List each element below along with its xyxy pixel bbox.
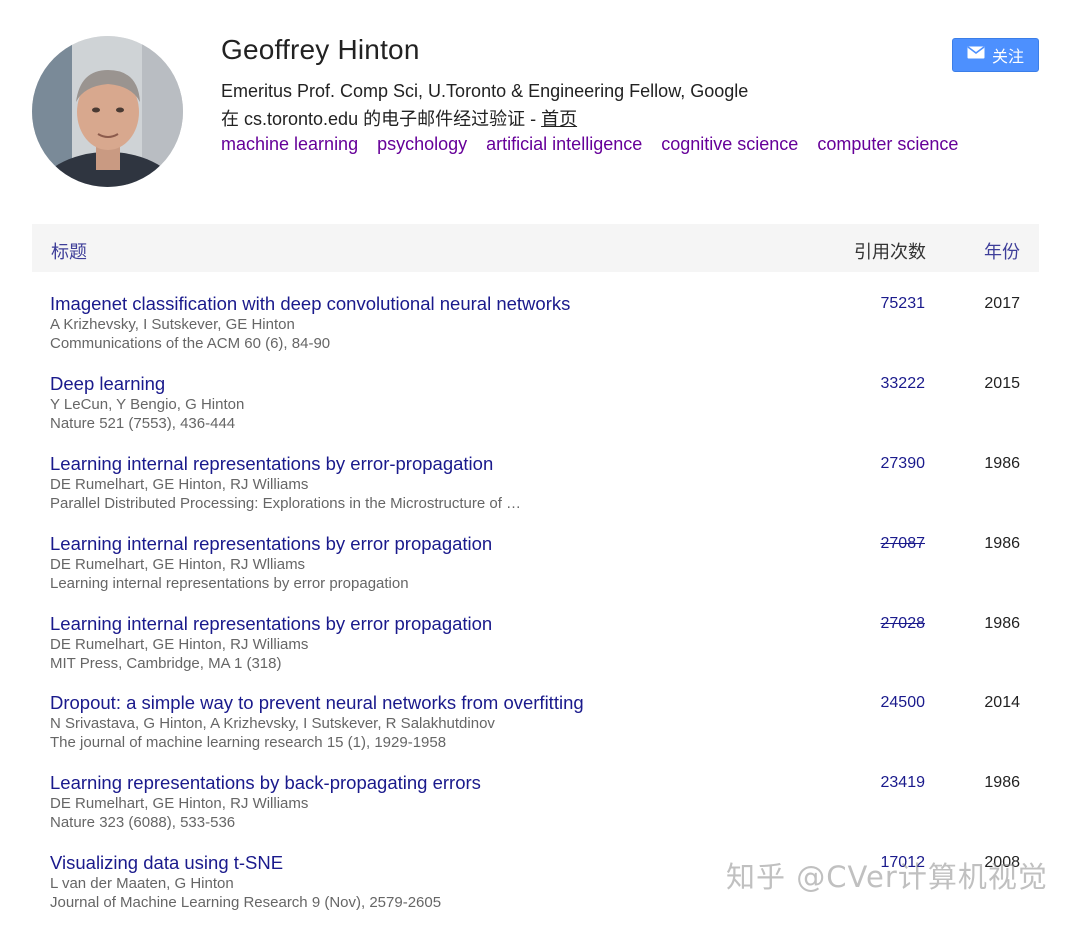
publication-venue: Nature 323 (6088), 533-536 — [50, 814, 236, 831]
publication-authors: DE Rumelhart, GE Hinton, RJ Williams — [50, 636, 309, 653]
publication-venue: Parallel Distributed Processing: Explora… — [50, 495, 522, 512]
publication-year: 1986 — [984, 455, 1020, 472]
publication-year: 1986 — [984, 535, 1020, 552]
publication-year: 1986 — [984, 774, 1020, 791]
publication-title[interactable]: Imagenet classification with deep convol… — [50, 293, 570, 315]
publication-title[interactable]: Learning internal representations by err… — [50, 533, 492, 555]
header-cited-by[interactable]: 引用次数 — [854, 238, 926, 264]
publication-cites[interactable]: 33222 — [881, 375, 926, 393]
research-interests: machine learning psychology artificial i… — [221, 134, 958, 155]
interest-link-0[interactable]: machine learning — [221, 134, 358, 155]
envelope-icon — [967, 46, 985, 64]
publication-venue: Nature 521 (7553), 436-444 — [50, 415, 236, 432]
publication-row: Imagenet classification with deep convol… — [50, 293, 1040, 369]
publication-cites[interactable]: 27390 — [881, 455, 926, 473]
interest-link-4[interactable]: computer science — [817, 134, 958, 155]
profile-affiliation: Emeritus Prof. Comp Sci, U.Toronto & Eng… — [221, 81, 749, 101]
interest-link-2[interactable]: artificial intelligence — [486, 134, 642, 155]
publication-row: Learning internal representations by err… — [50, 613, 1040, 689]
publication-row: Dropout: a simple way to prevent neural … — [50, 692, 1040, 768]
publication-year: 1986 — [984, 615, 1020, 632]
publication-venue: MIT Press, Cambridge, MA 1 (318) — [50, 655, 282, 672]
publication-row: Learning representations by back-propaga… — [50, 772, 1040, 848]
publication-authors: L van der Maaten, G Hinton — [50, 875, 234, 892]
profile-verified-email: 在 cs.toronto.edu 的电子邮件经过验证 - 首页 — [221, 105, 577, 131]
follow-label: 关注 — [991, 49, 1024, 66]
publication-row: Deep learning Y LeCun, Y Bengio, G Hinto… — [50, 373, 1040, 449]
publications-header: 标题 引用次数 年份 — [32, 224, 1039, 272]
publication-authors: DE Rumelhart, GE Hinton, RJ Wlliams — [50, 556, 306, 573]
publication-venue: Communications of the ACM 60 (6), 84-90 — [50, 335, 331, 352]
publication-year: 2017 — [984, 295, 1020, 312]
publication-authors: N Srivastava, G Hinton, A Krizhevsky, I … — [50, 715, 495, 732]
publication-venue: Learning internal representations by err… — [50, 575, 409, 592]
publication-year: 2015 — [984, 375, 1020, 392]
watermark-text: 知乎 @CVer计算机视觉 — [726, 860, 1048, 894]
publication-authors: DE Rumelhart, GE Hinton, RJ Williams — [50, 795, 309, 812]
profile-name: Geoffrey Hinton — [221, 34, 420, 65]
publication-title[interactable]: Visualizing data using t-SNE — [50, 852, 283, 874]
publication-cites[interactable]: 24500 — [881, 694, 926, 712]
publication-authors: DE Rumelhart, GE Hinton, RJ Williams — [50, 476, 309, 493]
publication-title[interactable]: Learning internal representations by err… — [50, 613, 492, 635]
publication-row: Learning internal representations by err… — [50, 453, 1040, 529]
publication-authors: A Krizhevsky, I Sutskever, GE Hinton — [50, 316, 295, 333]
header-title[interactable]: 标题 — [51, 238, 87, 264]
publication-cites[interactable]: 75231 — [881, 295, 926, 313]
interest-link-1[interactable]: psychology — [377, 134, 467, 155]
header-year[interactable]: 年份 — [984, 238, 1020, 264]
publication-cites[interactable]: 27087 — [881, 535, 926, 553]
homepage-link[interactable]: 首页 — [541, 109, 577, 129]
interest-link-3[interactable]: cognitive science — [661, 134, 798, 155]
verified-text: 在 cs.toronto.edu 的电子邮件经过验证 - — [221, 109, 542, 129]
profile-avatar — [32, 36, 183, 187]
publication-authors: Y LeCun, Y Bengio, G Hinton — [50, 396, 245, 413]
publication-cites[interactable]: 23419 — [881, 774, 926, 792]
publication-title[interactable]: Deep learning — [50, 373, 165, 395]
publication-title[interactable]: Learning internal representations by err… — [50, 453, 493, 475]
publication-year: 2014 — [984, 694, 1020, 711]
publication-venue: The journal of machine learning research… — [50, 734, 447, 751]
publication-cites[interactable]: 27028 — [881, 615, 926, 633]
publication-title[interactable]: Dropout: a simple way to prevent neural … — [50, 692, 584, 714]
follow-button[interactable]: 关注 — [952, 38, 1039, 72]
publication-row: Learning internal representations by err… — [50, 533, 1040, 609]
publication-title[interactable]: Learning representations by back-propaga… — [50, 772, 481, 794]
publication-venue: Journal of Machine Learning Research 9 (… — [50, 894, 442, 911]
